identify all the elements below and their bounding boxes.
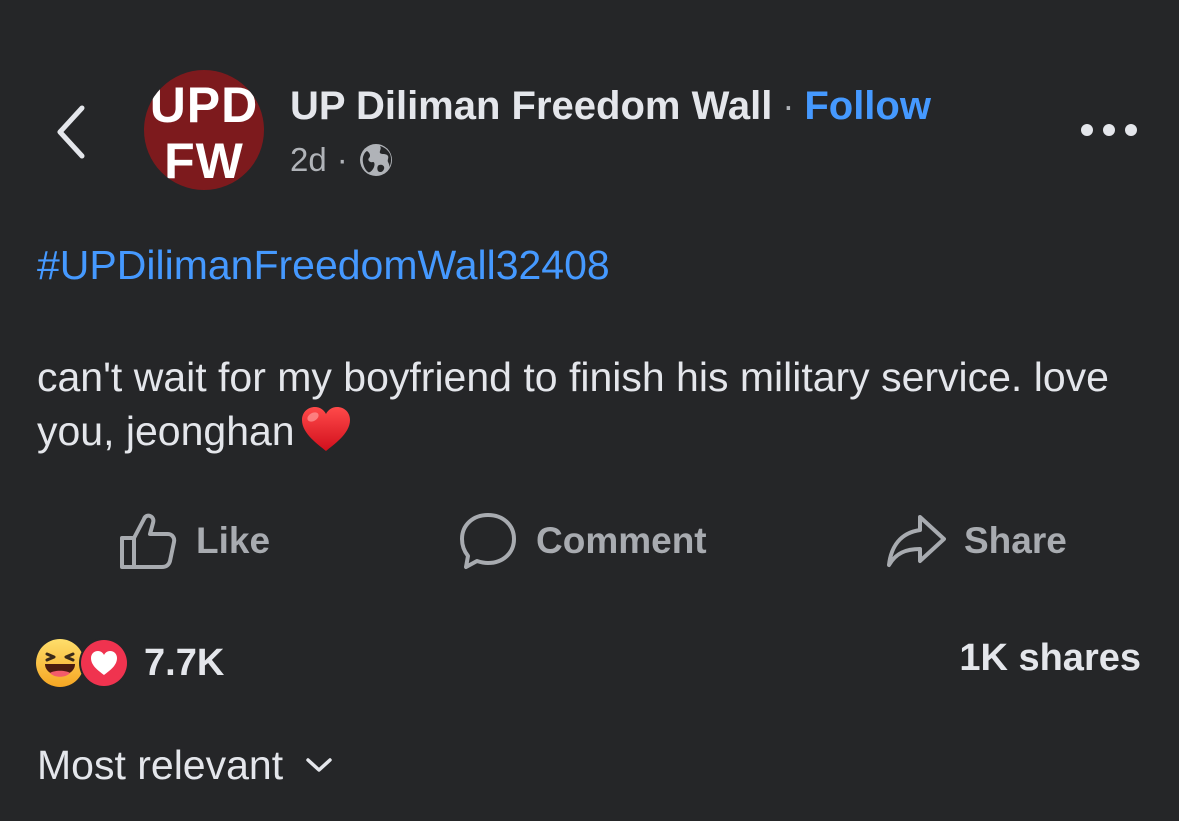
post-meta: 2d ·: [290, 140, 394, 180]
post-timestamp[interactable]: 2d: [290, 141, 327, 179]
share-label: Share: [964, 520, 1067, 561]
back-button[interactable]: [40, 92, 100, 172]
meta-separator: ·: [336, 141, 348, 178]
thumbs-up-icon: [120, 513, 177, 569]
comment-bubble-icon: [460, 513, 516, 569]
red-heart-emoji: [299, 405, 353, 453]
chevron-left-icon: [57, 105, 85, 159]
comment-label: Comment: [536, 520, 707, 561]
share-arrow-icon: [887, 515, 946, 567]
more-horizontal-icon: [1081, 124, 1137, 136]
reaction-count: 7.7K: [144, 641, 225, 684]
shares-count[interactable]: 1K shares: [959, 637, 1141, 680]
comment-sort-dropdown[interactable]: Most relevant: [37, 738, 333, 792]
comment-button[interactable]: Comment: [458, 505, 707, 577]
avatar-text-line2: FW: [164, 133, 244, 189]
post-hashtag[interactable]: #UPDilimanFreedomWall32408: [37, 242, 610, 289]
reactions-summary[interactable]: 7.7K: [34, 635, 224, 691]
globe-icon: [358, 142, 394, 178]
share-button[interactable]: Share: [886, 505, 1067, 577]
more-options-button[interactable]: [1074, 110, 1144, 150]
avatar-text-line1: UPD: [149, 77, 259, 133]
like-button[interactable]: Like: [118, 505, 270, 577]
page-avatar[interactable]: UPD FW: [144, 70, 264, 190]
post-header: UP Diliman Freedom Wall · Follow: [290, 80, 931, 132]
chevron-down-icon: [306, 758, 332, 772]
post-body: can't wait for my boyfriend to finish hi…: [37, 350, 1137, 458]
follow-button[interactable]: Follow: [804, 84, 931, 129]
header-separator: ·: [782, 85, 795, 126]
love-reaction-icon: [78, 637, 130, 689]
post-text: can't wait for my boyfriend to finish hi…: [37, 354, 1109, 454]
sort-label: Most relevant: [37, 741, 284, 788]
like-label: Like: [196, 520, 271, 561]
page-name-link[interactable]: UP Diliman Freedom Wall: [290, 84, 772, 129]
